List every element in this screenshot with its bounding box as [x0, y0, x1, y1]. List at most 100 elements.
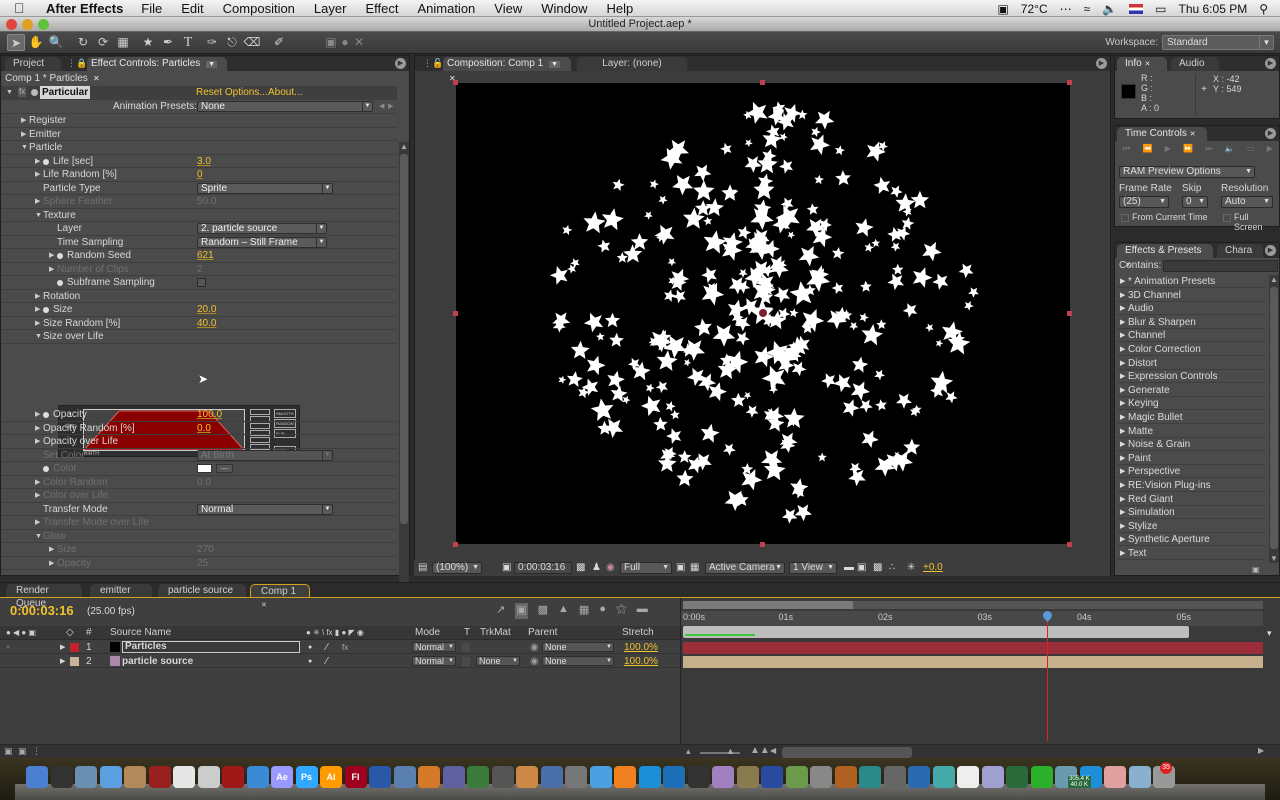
layer-handle[interactable] — [760, 542, 765, 547]
expand-triangle-icon[interactable]: ▶ — [35, 195, 40, 208]
close-icon[interactable]: ✕ — [93, 74, 100, 83]
effects-category-item[interactable]: ▶ Audio — [1117, 302, 1265, 316]
effects-category-item[interactable]: ▶ Keying — [1117, 397, 1265, 411]
workspace-select[interactable]: Standard ▼ — [1162, 35, 1274, 50]
expand-triangle-icon[interactable]: ▶ — [35, 155, 40, 168]
apple-icon[interactable]:  — [14, 0, 30, 16]
timeline-current-time[interactable]: 0:00:03:16 — [10, 603, 74, 618]
take-snapshot-icon[interactable]: ▩ — [576, 560, 585, 576]
region-of-interest-icon[interactable]: ▣ — [676, 560, 685, 576]
dock-app-speech[interactable] — [957, 766, 979, 788]
effects-category-item[interactable]: ▶ Distort — [1117, 357, 1265, 370]
dock-app-photoshop[interactable]: Ps — [295, 766, 318, 788]
dock-app-finder[interactable] — [26, 766, 48, 788]
expand-triangle-icon[interactable]: ▶ — [1120, 493, 1125, 506]
input-flag-icon[interactable] — [1129, 3, 1144, 14]
layer-handle[interactable] — [1067, 80, 1072, 85]
audio-icon[interactable]: 🔈 — [1225, 144, 1235, 154]
video-visibility-icon[interactable]: ● — [6, 655, 10, 668]
previous-frame-icon[interactable]: ⏪ — [1142, 144, 1152, 154]
scroll-left-icon[interactable]: ◀ — [770, 746, 776, 755]
expand-triangle-icon[interactable]: ▶ — [21, 114, 26, 127]
effects-category-item[interactable]: ▶ Synthetic Aperture — [1117, 533, 1265, 547]
close-icon[interactable]: ✕ — [261, 602, 267, 609]
view-layout-dropdown[interactable]: 1 View ▼ — [789, 562, 837, 574]
tab-info[interactable]: Info ✕ — [1117, 57, 1167, 71]
last-frame-icon[interactable]: ⏭ — [1205, 144, 1212, 154]
effects-category-item[interactable]: ▶ Noise & Grain — [1117, 438, 1265, 452]
effects-search-input[interactable] — [1163, 260, 1278, 272]
menu-animation[interactable]: Animation — [417, 1, 475, 16]
effect-switch-icon[interactable]: fx — [342, 641, 348, 654]
current-time-field[interactable]: 0:00:03:16 — [514, 562, 572, 574]
property-value[interactable]: 621 — [197, 249, 214, 262]
dock-app-safari[interactable] — [246, 766, 269, 788]
zoom-window-button[interactable] — [38, 19, 49, 30]
layer-handle[interactable] — [453, 542, 458, 547]
dock-app-msn[interactable] — [932, 766, 955, 788]
property-value[interactable]: 25 — [197, 557, 208, 570]
volume-icon[interactable]: 🔈 — [1102, 2, 1117, 16]
property-dropdown[interactable]: 2. particle source ▼ — [197, 223, 327, 234]
zoom-slider-thumb[interactable]: ▲ — [726, 746, 735, 756]
current-time-indicator[interactable] — [1047, 611, 1049, 741]
effects-category-item[interactable]: ▶ Matte — [1117, 425, 1265, 438]
timeline-layer-row[interactable]: ● ▶ 1 Particles ● ∕ fx Normal ▼ ◉ None ▼ 100.0% — [0, 641, 680, 654]
expand-triangle-icon[interactable]: ▶ — [1120, 425, 1125, 438]
parent-dropdown[interactable]: None ▼ — [542, 656, 614, 666]
dock-app-gimp[interactable] — [736, 766, 759, 788]
layer-name[interactable]: Particles — [122, 641, 300, 653]
bluetooth-icon[interactable]: ⋯ — [1060, 2, 1072, 16]
preserve-transparency-checkbox[interactable] — [462, 643, 470, 652]
dock-app-motion[interactable] — [540, 766, 563, 788]
expand-triangle-icon[interactable]: ▶ — [35, 317, 40, 330]
dock-app-final-cut[interactable] — [491, 766, 514, 788]
navigator-range[interactable] — [683, 601, 853, 609]
effects-category-item[interactable]: ▶ Paint — [1117, 452, 1265, 465]
property-value[interactable]: 270 — [197, 543, 214, 556]
dock-app-mail[interactable] — [75, 766, 97, 788]
expand-triangle-icon[interactable]: ▶ — [35, 516, 40, 529]
always-preview-icon[interactable]: ▤ — [418, 560, 427, 576]
video-preview-icon[interactable]: ▬ — [637, 603, 648, 619]
zoom-tool-icon[interactable]: 🔍 — [47, 34, 65, 51]
graph-editor-icon[interactable]: ⚝ — [616, 603, 627, 619]
effects-category-item[interactable]: ▶ Generate — [1117, 384, 1265, 397]
dock-app-itunes[interactable] — [589, 766, 612, 788]
layer-handle[interactable] — [1067, 542, 1072, 547]
dock-app-net-monitor[interactable] — [1006, 766, 1028, 788]
expand-triangle-icon[interactable]: ▶ — [1120, 289, 1125, 302]
composition-viewer[interactable] — [456, 83, 1070, 544]
collapse-triangle-icon[interactable]: ▼ — [21, 141, 28, 154]
orbit-camera-tool-icon[interactable]: ⟳ — [94, 34, 112, 51]
dock-app-time-machine[interactable] — [859, 766, 881, 788]
scroll-up-icon[interactable]: ▲ — [1270, 275, 1278, 284]
scroll-right-icon[interactable]: ▶ — [1258, 746, 1264, 755]
dock-app-cyberduck[interactable] — [981, 766, 1004, 788]
trkmat-dropdown[interactable]: None ▼ — [476, 656, 520, 666]
screen-record-icon[interactable]: ▣ — [997, 2, 1008, 16]
dock-app-iphoto[interactable] — [393, 766, 416, 788]
property-value[interactable]: 100.0 — [197, 408, 222, 421]
menu-view[interactable]: View — [494, 1, 522, 16]
chevron-down-icon[interactable]: ▼ — [206, 61, 218, 68]
expand-triangle-icon[interactable]: ▶ — [1120, 465, 1125, 478]
wifi-icon[interactable]: ≈ — [1084, 2, 1091, 16]
dock-app-system-preferences[interactable] — [883, 766, 906, 788]
dock-app-vlc[interactable] — [614, 766, 636, 788]
time-graph[interactable]: 0:00s 01s 02s 03s 04s 05s ▾ — [680, 598, 1280, 759]
scroll-thumb[interactable] — [1270, 287, 1278, 549]
toggle-pixel-aspect-icon[interactable]: ▬ — [844, 560, 854, 576]
play-icon[interactable]: ▶ — [1165, 144, 1171, 154]
panel-menu-icon[interactable]: ▶ — [1265, 58, 1276, 69]
dock-app-network[interactable] — [369, 766, 391, 788]
video-visibility-icon[interactable]: ● — [6, 641, 10, 654]
label-color-swatch[interactable] — [70, 657, 79, 666]
close-icon[interactable]: ✕ — [1190, 131, 1196, 138]
effects-category-item[interactable]: ▶ Stylize — [1117, 520, 1265, 533]
tab-composition[interactable]: Composition: Comp 1 ▼ ✕ — [443, 57, 571, 83]
menu-window[interactable]: Window — [541, 1, 587, 16]
effects-category-item[interactable]: ▶ Blur & Sharpen — [1117, 316, 1265, 329]
expand-triangle-icon[interactable]: ▶ — [1120, 438, 1125, 451]
stopwatch-icon[interactable] — [43, 307, 49, 313]
